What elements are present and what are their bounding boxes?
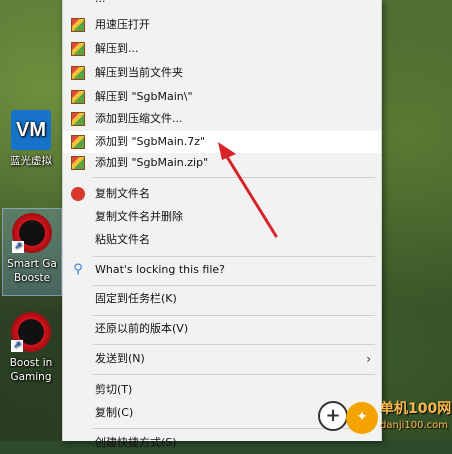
site-watermark: + ✦ 单机100网 danji100.com [312,396,452,441]
annotation-arrow [218,142,278,238]
watermark-url-text: danji100.com [380,420,448,431]
plus-circle-icon: + [318,401,348,431]
brand-logo-icon: ✦ [346,402,378,434]
watermark-brand-text: 单机100网 [380,401,452,417]
